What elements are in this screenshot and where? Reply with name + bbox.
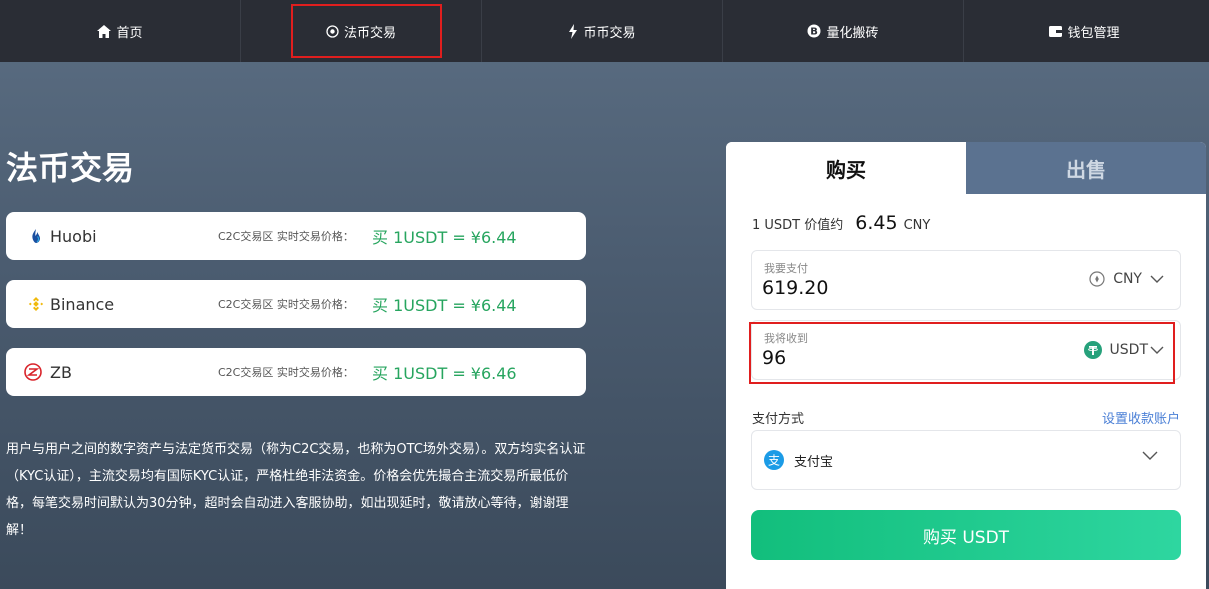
- set-payment-account-link[interactable]: 设置收款账户: [1102, 408, 1180, 427]
- binance-logo-icon: [28, 296, 44, 312]
- exchange-price: 买 1USDT = ¥6.44: [372, 296, 517, 315]
- zb-logo-icon: [24, 363, 42, 381]
- rate-unit: CNY: [903, 218, 931, 233]
- chevron-down-icon: [1142, 451, 1158, 460]
- exchange-row-binance[interactable]: Binance C2C交易区 实时交易价格： 买 1USDT = ¥6.44: [6, 280, 586, 328]
- exchange-rate: 1 USDT 价值约 6.45 CNY: [752, 212, 930, 234]
- nav-item-wallet[interactable]: 钱包管理: [964, 0, 1205, 62]
- nav-item-spot[interactable]: 币币交易: [482, 0, 723, 62]
- pay-currency-select[interactable]: CNY: [1089, 271, 1164, 287]
- exchange-meta: C2C交易区 实时交易价格：: [218, 366, 354, 379]
- payment-method-select[interactable]: 支 支付宝: [751, 430, 1181, 490]
- exchange-meta: C2C交易区 实时交易价格：: [218, 298, 354, 311]
- nav-item-home[interactable]: 首页: [0, 0, 241, 62]
- payment-method-value: 支付宝: [794, 454, 834, 470]
- tab-sell[interactable]: 出售: [966, 142, 1206, 194]
- buy-usdt-button[interactable]: 购买 USDT: [751, 510, 1181, 560]
- receive-currency-select[interactable]: USDT: [1083, 341, 1164, 359]
- payment-method-label: 支付方式: [752, 412, 805, 427]
- huobi-logo-icon: [28, 228, 44, 244]
- exchange-name: ZB: [50, 362, 72, 382]
- c2c-description: 用户与用户之间的数字资产与法定货币交易（称为C2C交易，也称为OTC场外交易）。…: [6, 442, 586, 538]
- nav-item-fiat[interactable]: 法币交易: [241, 0, 482, 62]
- chevron-down-icon: [1150, 346, 1164, 354]
- nav-item-label: 币币交易: [583, 25, 636, 41]
- alipay-icon: 支: [764, 450, 784, 470]
- rate-prefix: 1 USDT 价值约: [752, 218, 844, 233]
- trade-tabs: 购买 出售: [726, 142, 1206, 194]
- receive-amount-label: 我将收到: [764, 332, 808, 345]
- tab-buy[interactable]: 购买: [726, 142, 966, 194]
- target-icon: [326, 24, 339, 38]
- receive-amount-input[interactable]: [762, 347, 962, 369]
- home-icon: [97, 24, 112, 38]
- pay-amount-field[interactable]: 我要支付 CNY: [751, 250, 1181, 310]
- pay-currency-label: CNY: [1113, 271, 1142, 287]
- bitcoin-icon: B: [807, 24, 821, 38]
- trade-panel: 购买 出售 1 USDT 价值约 6.45 CNY 我要支付 CNY 我将收到 …: [726, 142, 1206, 589]
- exchange-price: 买 1USDT = ¥6.44: [372, 228, 517, 247]
- rate-value: 6.45: [855, 212, 898, 234]
- svg-text:支: 支: [768, 454, 780, 468]
- pay-amount-label: 我要支付: [764, 262, 808, 275]
- exchange-row-zb[interactable]: ZB C2C交易区 实时交易价格： 买 1USDT = ¥6.46: [6, 348, 586, 396]
- svg-text:B: B: [811, 27, 819, 38]
- nav-item-label: 首页: [116, 25, 143, 41]
- lightning-icon: [568, 23, 578, 39]
- top-nav: 首页 法币交易 币币交易 B 量化搬砖 钱包管理: [0, 0, 1209, 62]
- page-title: 法币交易: [6, 149, 135, 187]
- nav-item-label: 量化搬砖: [826, 25, 879, 41]
- exchange-row-huobi[interactable]: Huobi C2C交易区 实时交易价格： 买 1USDT = ¥6.44: [6, 212, 586, 260]
- receive-currency-label: USDT: [1109, 342, 1148, 358]
- exchange-meta: C2C交易区 实时交易价格：: [218, 230, 354, 243]
- chevron-down-icon: [1150, 275, 1164, 283]
- tether-icon: [1083, 341, 1102, 359]
- nav-item-label: 钱包管理: [1067, 25, 1120, 41]
- exchange-name: Huobi: [50, 226, 97, 246]
- exchange-name: Binance: [50, 294, 115, 314]
- exchange-price: 买 1USDT = ¥6.46: [372, 364, 517, 383]
- nav-item-label: 法币交易: [343, 25, 396, 41]
- cny-currency-icon: [1089, 271, 1105, 287]
- pay-amount-input[interactable]: [762, 277, 962, 299]
- receive-amount-field[interactable]: 我将收到 USDT: [751, 320, 1181, 380]
- nav-item-quant[interactable]: B 量化搬砖: [723, 0, 964, 62]
- wallet-icon: [1049, 25, 1063, 37]
